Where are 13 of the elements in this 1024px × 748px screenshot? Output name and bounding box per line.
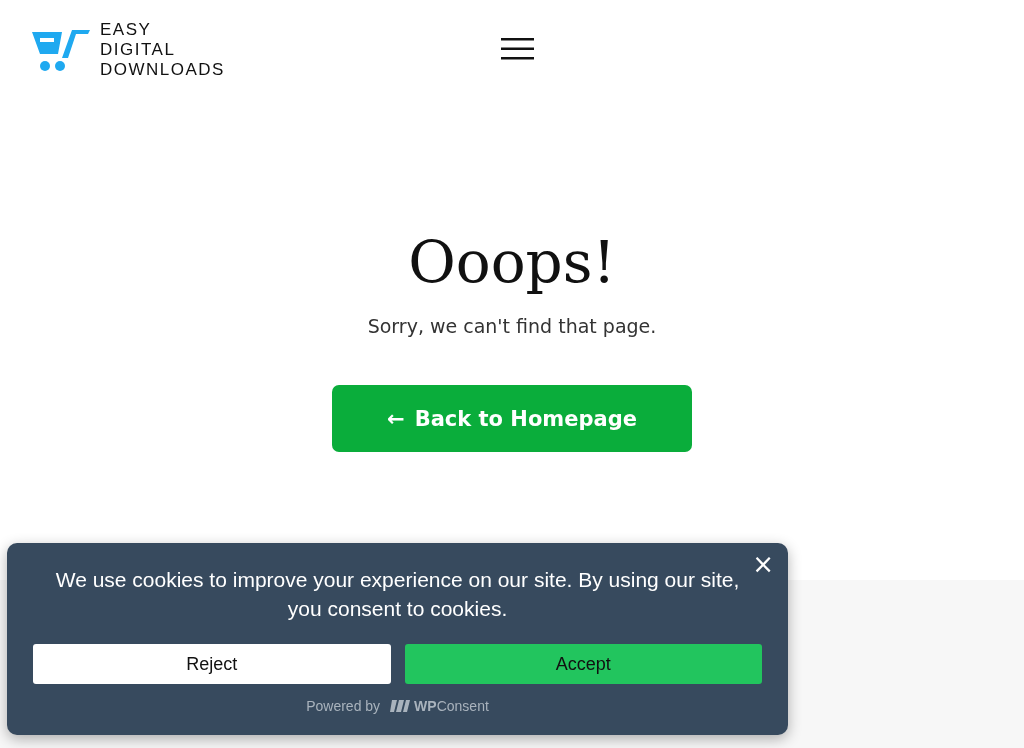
reject-button[interactable]: Reject	[33, 644, 391, 684]
brand-name: WPConsent	[414, 698, 489, 714]
logo-text: DOWNLOADS	[100, 60, 225, 80]
logo-text: DIGITAL	[100, 40, 177, 60]
error-title: Ooops!	[408, 227, 616, 298]
cookie-message: We use cookies to improve your experience on our site. By using our site, you consent to cookies.	[54, 567, 741, 622]
menu-icon[interactable]	[501, 38, 534, 60]
error-message: Sorry, we can't find that page.	[367, 315, 657, 337]
brand-logo-icon	[390, 699, 411, 713]
close-button[interactable]: ×	[748, 553, 778, 575]
logo-text: EASY	[100, 20, 153, 40]
accept-button[interactable]: Accept	[404, 644, 762, 684]
powered-by-text: Powered by	[306, 698, 381, 714]
